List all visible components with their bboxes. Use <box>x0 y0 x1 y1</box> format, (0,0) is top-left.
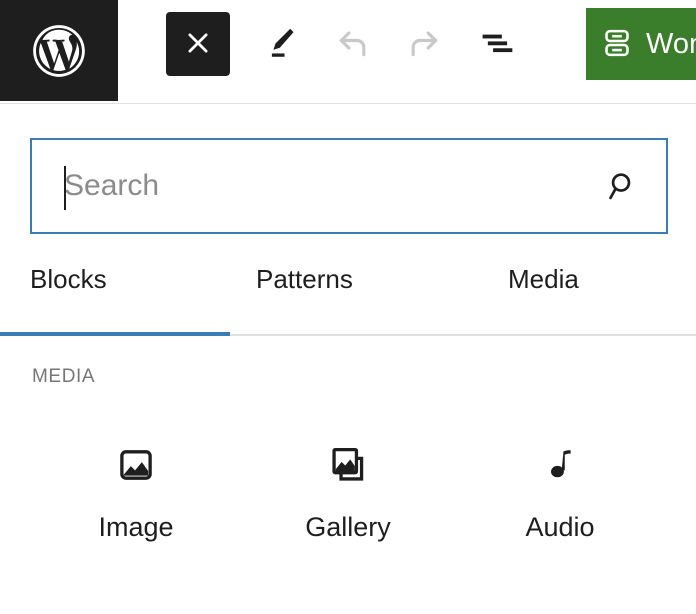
pencil-edit-icon <box>263 24 301 65</box>
undo-button[interactable] <box>323 14 383 74</box>
redo-arrow-icon <box>404 23 444 66</box>
stacked-blocks-icon <box>600 26 634 63</box>
publish-button-label: Won <box>646 27 696 60</box>
image-block-icon <box>114 442 158 488</box>
publish-button[interactable]: Won <box>586 8 696 80</box>
wordpress-logo-button[interactable] <box>0 0 118 101</box>
tab-patterns-label: Patterns <box>256 264 353 294</box>
audio-note-block-icon <box>538 442 582 488</box>
edit-tool-button[interactable] <box>252 14 312 74</box>
redo-button[interactable] <box>394 14 454 74</box>
block-item-audio[interactable]: Audio <box>454 442 666 541</box>
tab-media-label: Media <box>508 264 579 294</box>
list-view-icon <box>477 22 519 67</box>
tab-blocks-label: Blocks <box>30 264 107 294</box>
search-section <box>0 104 696 234</box>
text-cursor <box>64 166 66 210</box>
wordpress-logo-icon <box>28 20 90 82</box>
block-item-audio-label: Audio <box>525 512 595 542</box>
panel-category-heading: MEDIA <box>32 366 96 387</box>
undo-arrow-icon <box>333 23 373 66</box>
close-inserter-button[interactable] <box>166 12 230 76</box>
block-grid: Image Gallery Audio <box>30 442 666 541</box>
search-field[interactable] <box>30 138 668 234</box>
active-tab-indicator <box>0 332 230 336</box>
tab-patterns[interactable]: Patterns <box>256 264 353 334</box>
close-x-icon <box>183 28 213 61</box>
block-panel: MEDIA Image Gallery Audio <box>0 336 696 541</box>
block-item-image-label: Image <box>98 512 174 542</box>
block-item-image[interactable]: Image <box>30 442 242 541</box>
editor-toolbar: Won <box>0 0 696 104</box>
tab-media[interactable]: Media <box>508 264 579 334</box>
magnifier-search-icon <box>606 169 640 203</box>
gallery-block-icon <box>326 442 370 488</box>
block-item-gallery[interactable]: Gallery <box>242 442 454 541</box>
block-item-gallery-label: Gallery <box>305 512 391 542</box>
inserter-tabs: Blocks Patterns Media <box>0 264 696 336</box>
list-view-button[interactable] <box>468 14 528 74</box>
search-input[interactable] <box>32 140 666 232</box>
tab-blocks[interactable]: Blocks <box>30 264 107 334</box>
